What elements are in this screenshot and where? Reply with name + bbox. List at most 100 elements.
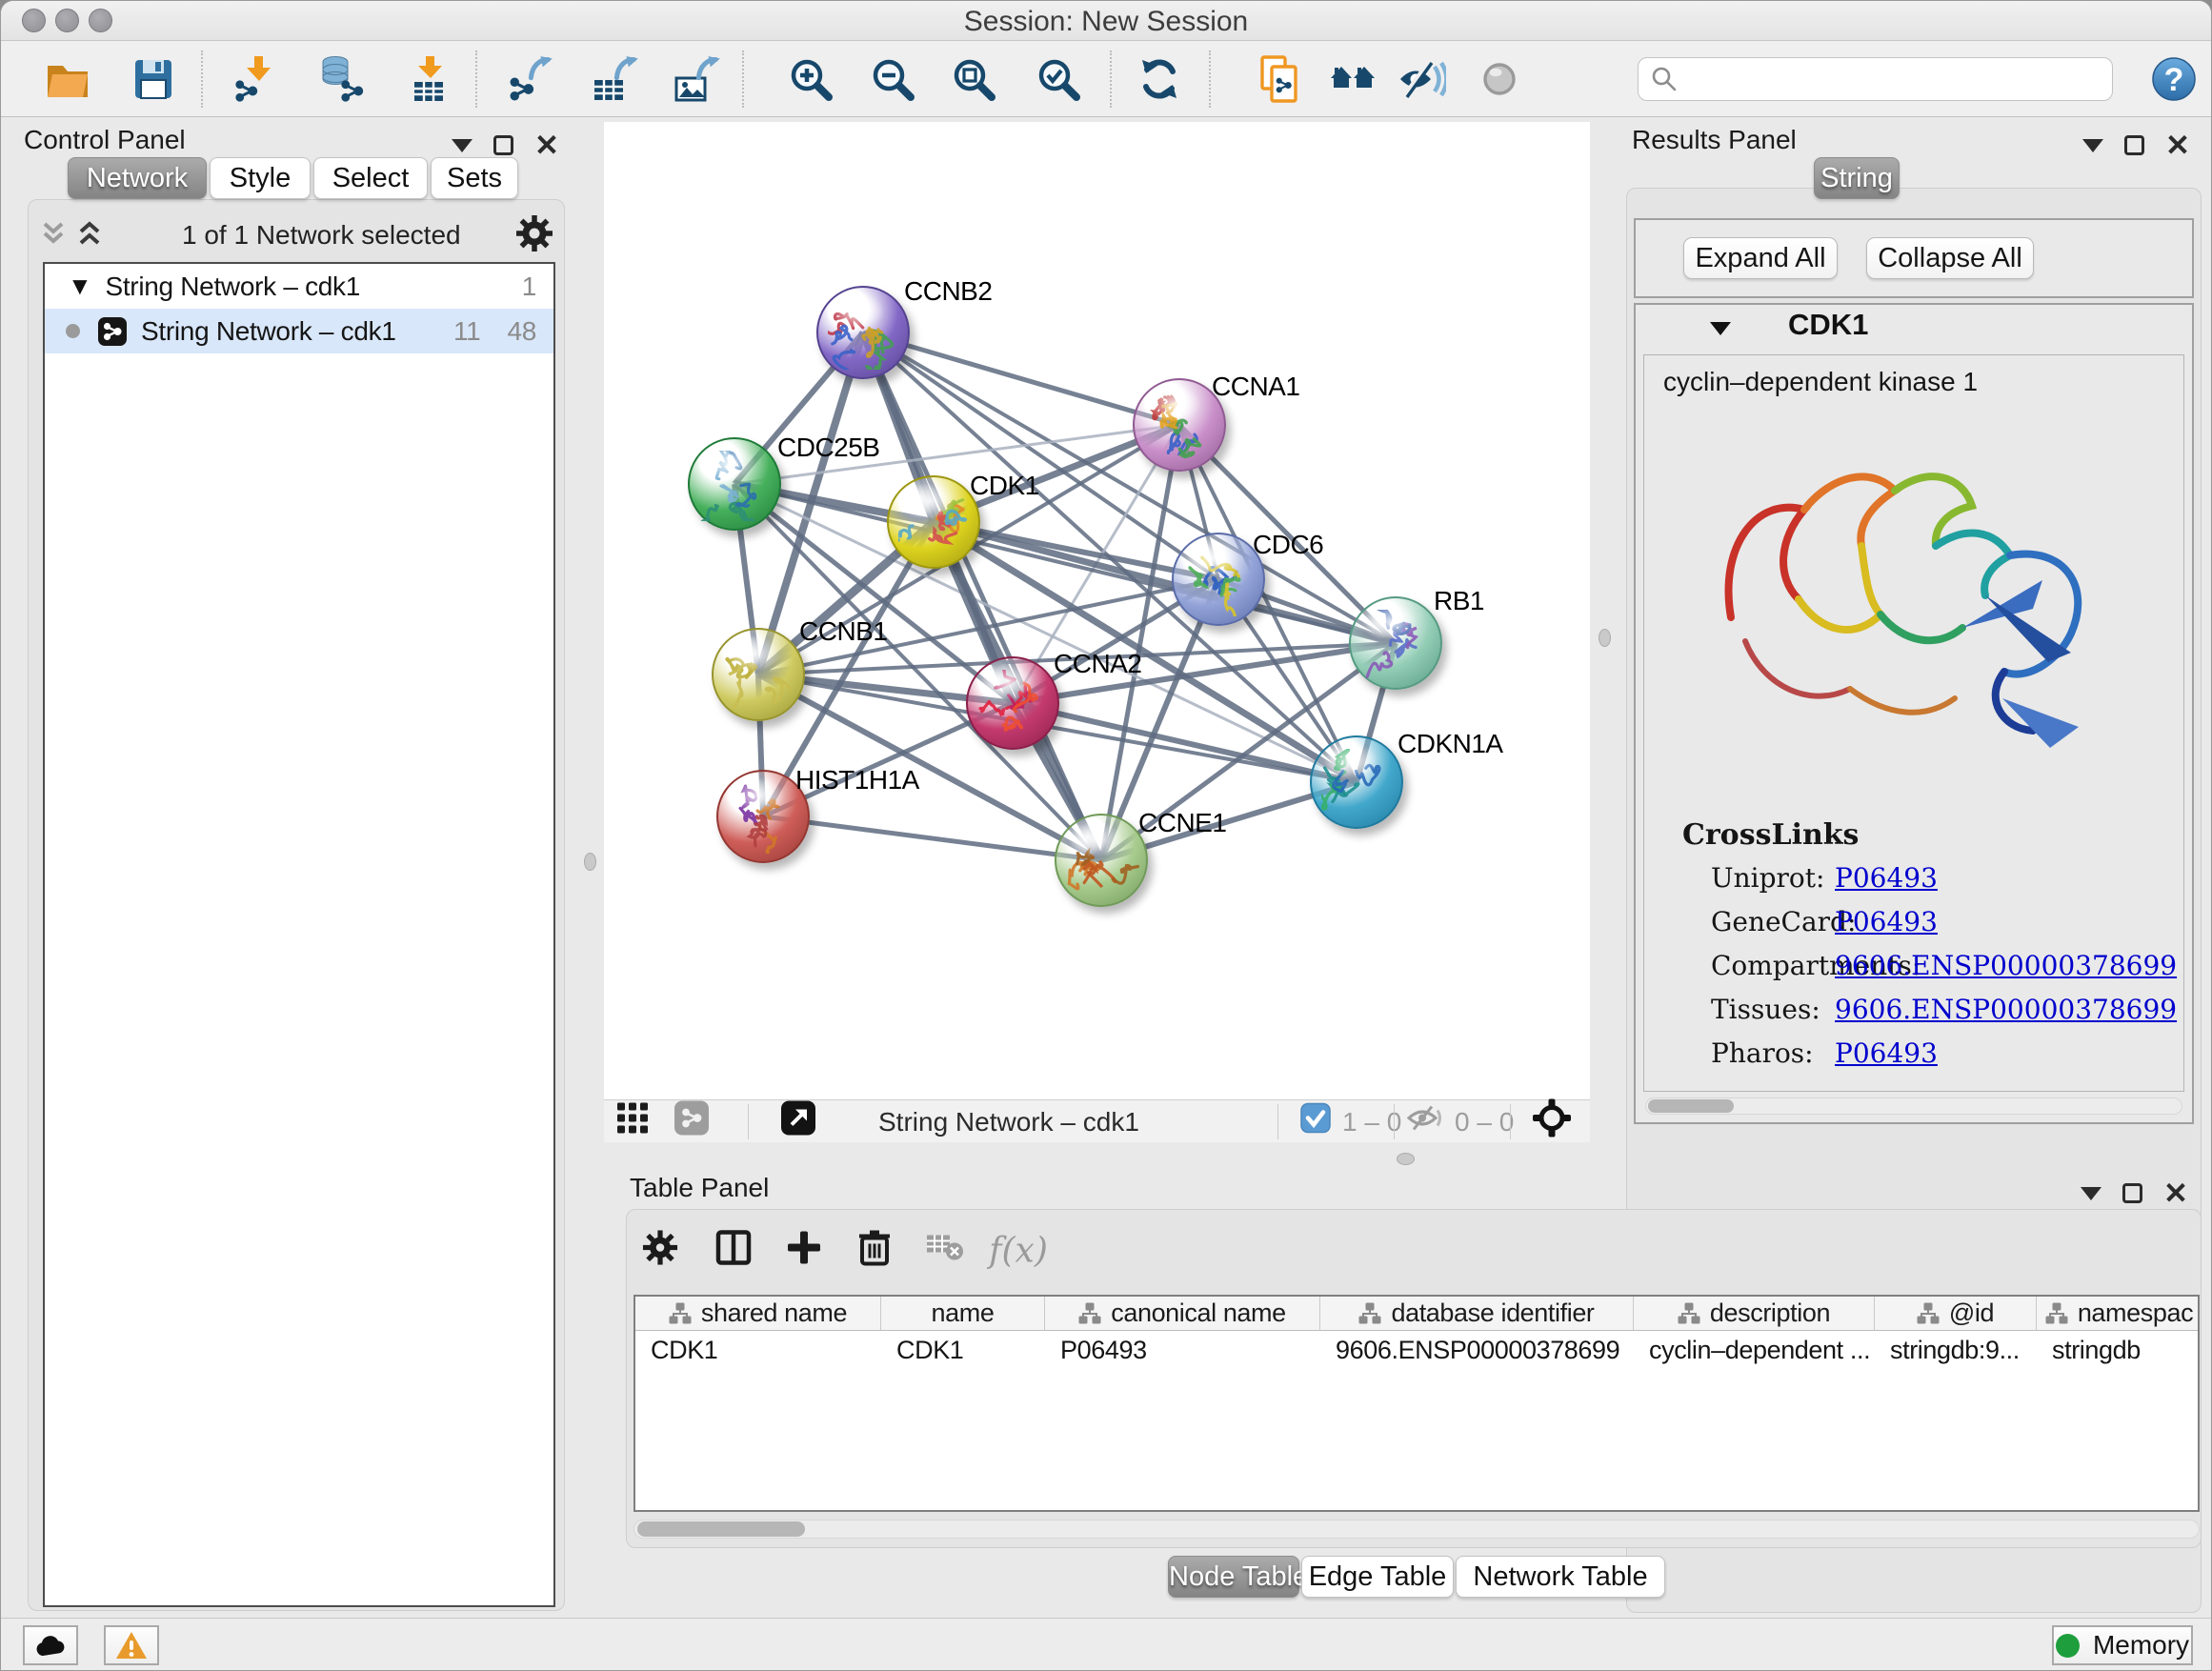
home-button[interactable] bbox=[1326, 51, 1381, 107]
network-node-cdkn1a[interactable] bbox=[1310, 735, 1403, 829]
zoom-fit-button[interactable] bbox=[946, 51, 1001, 107]
tab-network[interactable]: Network bbox=[68, 157, 207, 199]
network-collection-label: String Network – cdk1 bbox=[105, 272, 360, 302]
crosslink-genecard-link[interactable]: P06493 bbox=[1835, 906, 1938, 937]
network-options-gear-icon[interactable] bbox=[515, 214, 553, 252]
memory-button[interactable]: Memory bbox=[2052, 1625, 2193, 1665]
panel-undock-icon[interactable] bbox=[493, 135, 513, 155]
scrollbar-thumb[interactable] bbox=[637, 1521, 805, 1537]
network-node-rb1[interactable] bbox=[1349, 596, 1442, 690]
cloud-status-button[interactable] bbox=[23, 1625, 78, 1665]
export-image-button[interactable] bbox=[670, 51, 725, 107]
tab-style[interactable]: Style bbox=[210, 157, 311, 199]
network-view-icon[interactable] bbox=[674, 1100, 710, 1143]
zoom-out-button[interactable] bbox=[865, 51, 920, 107]
column-header-database-identifier[interactable]: database identifier bbox=[1320, 1297, 1634, 1330]
copy-network-icon bbox=[1257, 54, 1306, 104]
open-session-button[interactable] bbox=[40, 51, 95, 107]
network-type-icon bbox=[97, 316, 128, 347]
home-icon bbox=[1329, 54, 1378, 104]
show-panel-button[interactable] bbox=[1472, 51, 1527, 107]
hidden-node-edge-count: 0 – 0 bbox=[1455, 1107, 1514, 1137]
column-header-name[interactable]: name bbox=[881, 1297, 1045, 1330]
zoom-selected-button[interactable] bbox=[1031, 51, 1086, 107]
panel-close-icon[interactable]: ✕ bbox=[2165, 131, 2190, 160]
network-tree-item-row[interactable]: String Network – cdk1 11 48 bbox=[45, 309, 553, 353]
delete-table-icon[interactable] bbox=[925, 1232, 965, 1271]
tab-node-table[interactable]: Node Table bbox=[1168, 1556, 1299, 1598]
warnings-button[interactable] bbox=[104, 1625, 159, 1665]
show-columns-icon[interactable] bbox=[715, 1230, 752, 1273]
table-row[interactable]: CDK1 CDK1 P06493 9606.ENSP00000378699 cy… bbox=[635, 1331, 2198, 1369]
tab-sets[interactable]: Sets bbox=[431, 157, 518, 199]
export-network-icon bbox=[506, 54, 555, 104]
help-button[interactable]: ? bbox=[2146, 51, 2202, 107]
right-splitter-handle[interactable] bbox=[1599, 629, 1611, 647]
delete-column-trash-icon[interactable] bbox=[857, 1229, 892, 1274]
tab-network-table[interactable]: Network Table bbox=[1456, 1556, 1665, 1598]
create-column-plus-icon[interactable] bbox=[786, 1230, 822, 1273]
network-tree-root-row[interactable]: ▼ String Network – cdk1 1 bbox=[45, 264, 553, 309]
search-input[interactable] bbox=[1679, 65, 2101, 94]
copy-network-button[interactable] bbox=[1254, 51, 1309, 107]
crosslink-compartments-link[interactable]: 9606.ENSP00000378699 bbox=[1835, 950, 2177, 981]
column-header-namespace[interactable]: namespac bbox=[2037, 1297, 2200, 1330]
toolbar-search[interactable] bbox=[1638, 57, 2113, 101]
results-horizontal-scrollbar[interactable] bbox=[1645, 1097, 2182, 1115]
tab-string[interactable]: String bbox=[1814, 157, 1900, 199]
panel-undock-icon[interactable] bbox=[2124, 135, 2144, 155]
tab-edge-table[interactable]: Edge Table bbox=[1301, 1556, 1454, 1598]
table-options-gear-icon[interactable] bbox=[642, 1230, 678, 1273]
left-splitter-handle[interactable] bbox=[584, 853, 596, 871]
crosslink-tissues-link[interactable]: 9606.ENSP00000378699 bbox=[1835, 994, 2177, 1025]
expand-all-tree-icon[interactable] bbox=[73, 218, 106, 249]
network-node-ccnb1[interactable] bbox=[712, 628, 805, 721]
crosslink-uniprot-link[interactable]: P06493 bbox=[1835, 862, 1938, 894]
crosslink-label: Tissues: bbox=[1711, 994, 1820, 1025]
control-panel: Control Panel ✕ Network Style Select Set… bbox=[10, 123, 574, 1615]
bottom-splitter-handle[interactable] bbox=[1397, 1153, 1415, 1165]
panel-float-icon[interactable] bbox=[2081, 1187, 2101, 1200]
panel-float-icon[interactable] bbox=[2082, 139, 2103, 152]
network-node-cdc6[interactable] bbox=[1172, 533, 1265, 626]
import-network-button[interactable] bbox=[229, 51, 284, 107]
column-header-canonical-name[interactable]: canonical name bbox=[1045, 1297, 1320, 1330]
save-session-button[interactable] bbox=[126, 51, 181, 107]
panel-float-icon[interactable] bbox=[452, 139, 473, 152]
export-network-button[interactable] bbox=[503, 51, 558, 107]
hide-panel-button[interactable] bbox=[1394, 51, 1449, 107]
column-header-shared-name[interactable]: shared name bbox=[635, 1297, 881, 1330]
locate-crosshair-icon[interactable] bbox=[1533, 1099, 1571, 1144]
crosslink-pharos-link[interactable]: P06493 bbox=[1835, 1037, 1938, 1069]
import-from-database-button[interactable] bbox=[312, 51, 368, 107]
panel-undock-icon[interactable] bbox=[2122, 1183, 2142, 1203]
network-node-ccnb2[interactable] bbox=[816, 286, 910, 379]
network-node-ccna2[interactable] bbox=[966, 656, 1059, 750]
tab-select[interactable]: Select bbox=[313, 157, 428, 199]
panel-close-icon[interactable]: ✕ bbox=[2163, 1178, 2188, 1208]
refresh-button[interactable] bbox=[1132, 51, 1187, 107]
hidden-eye-slash-icon[interactable] bbox=[1406, 1102, 1444, 1141]
selected-checkbox-icon[interactable] bbox=[1300, 1103, 1331, 1140]
network-node-cdk1[interactable] bbox=[887, 475, 980, 569]
collapse-all-button[interactable]: Collapse All bbox=[1866, 237, 2034, 279]
network-column-icon bbox=[1678, 1302, 1700, 1325]
panel-close-icon[interactable]: ✕ bbox=[534, 131, 559, 160]
network-canvas[interactable]: CCNB2CCNA1CDC25BCDK1CDC6RB1CCNB1CCNA2CDK… bbox=[604, 122, 1590, 1099]
open-in-new-window-icon[interactable] bbox=[780, 1100, 816, 1143]
network-node-cdc25b[interactable] bbox=[688, 437, 781, 531]
column-header-id[interactable]: @id bbox=[1875, 1297, 2037, 1330]
gene-collapse-icon[interactable] bbox=[1710, 322, 1731, 335]
tree-expander-icon[interactable]: ▼ bbox=[68, 272, 91, 301]
column-header-description[interactable]: description bbox=[1634, 1297, 1875, 1330]
apply-function-fx-icon[interactable]: f(x) bbox=[989, 1232, 1048, 1271]
import-table-button[interactable] bbox=[400, 51, 455, 107]
collapse-all-tree-icon[interactable] bbox=[37, 218, 70, 249]
export-table-button[interactable] bbox=[588, 51, 643, 107]
expand-all-button[interactable]: Expand All bbox=[1683, 237, 1838, 279]
network-node-ccne1[interactable] bbox=[1055, 814, 1148, 907]
grid-view-icon[interactable] bbox=[615, 1101, 650, 1142]
zoom-in-button[interactable] bbox=[783, 51, 838, 107]
scrollbar-thumb[interactable] bbox=[1648, 1099, 1734, 1113]
table-horizontal-scrollbar[interactable] bbox=[633, 1520, 2200, 1539]
